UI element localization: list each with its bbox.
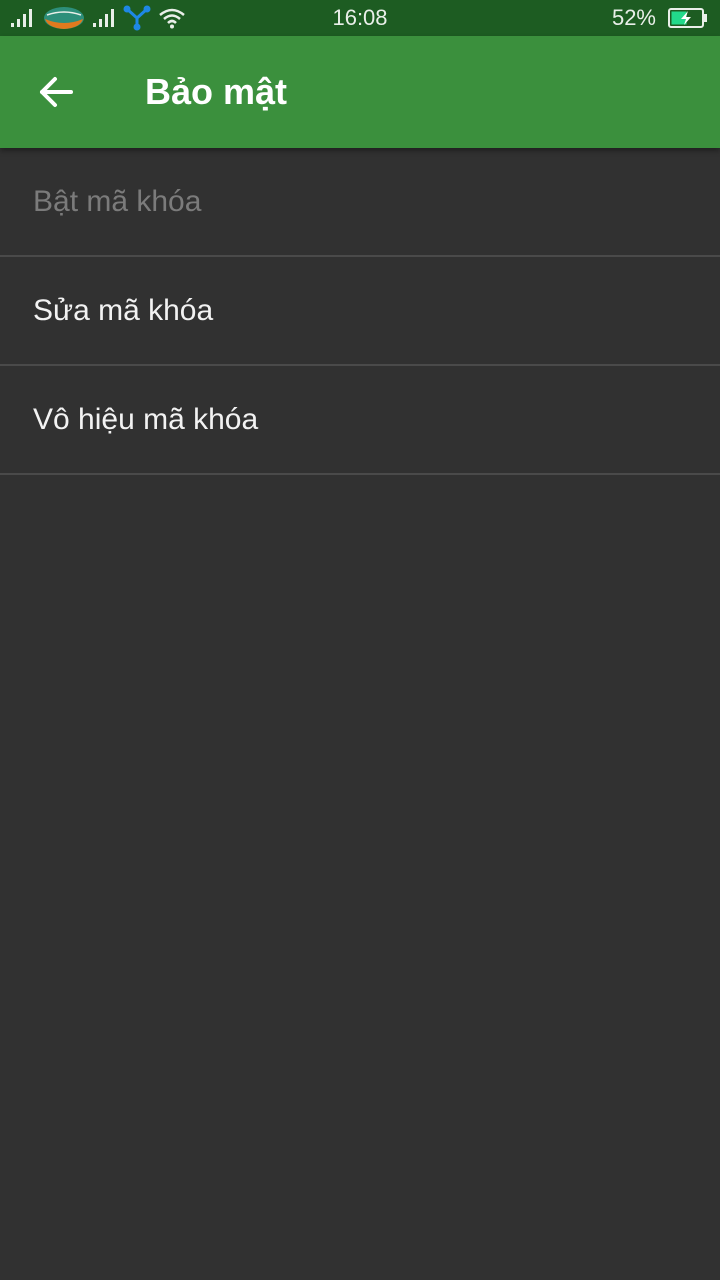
status-bar: 16:08 52%	[0, 0, 720, 36]
menu-item-edit-passcode[interactable]: Sửa mã khóa	[0, 257, 720, 366]
app-bar: Bảo mật	[0, 36, 720, 148]
security-menu-list: Bật mã khóa Sửa mã khóa Vô hiệu mã khóa	[0, 148, 720, 475]
menu-item-label: Vô hiệu mã khóa	[33, 402, 259, 436]
back-button[interactable]	[28, 64, 84, 120]
page-title: Bảo mật	[145, 71, 288, 112]
menu-item-label: Bật mã khóa	[33, 184, 202, 218]
arrow-left-icon	[40, 77, 73, 107]
battery-percent: 52%	[611, 5, 656, 30]
menu-item-disable-passcode[interactable]: Vô hiệu mã khóa	[0, 366, 720, 475]
menu-item-label: Sửa mã khóa	[33, 293, 214, 327]
menu-item-enable-passcode: Bật mã khóa	[0, 148, 720, 257]
status-icons-right: 52%	[612, 0, 708, 36]
battery-charging-icon	[668, 8, 707, 28]
